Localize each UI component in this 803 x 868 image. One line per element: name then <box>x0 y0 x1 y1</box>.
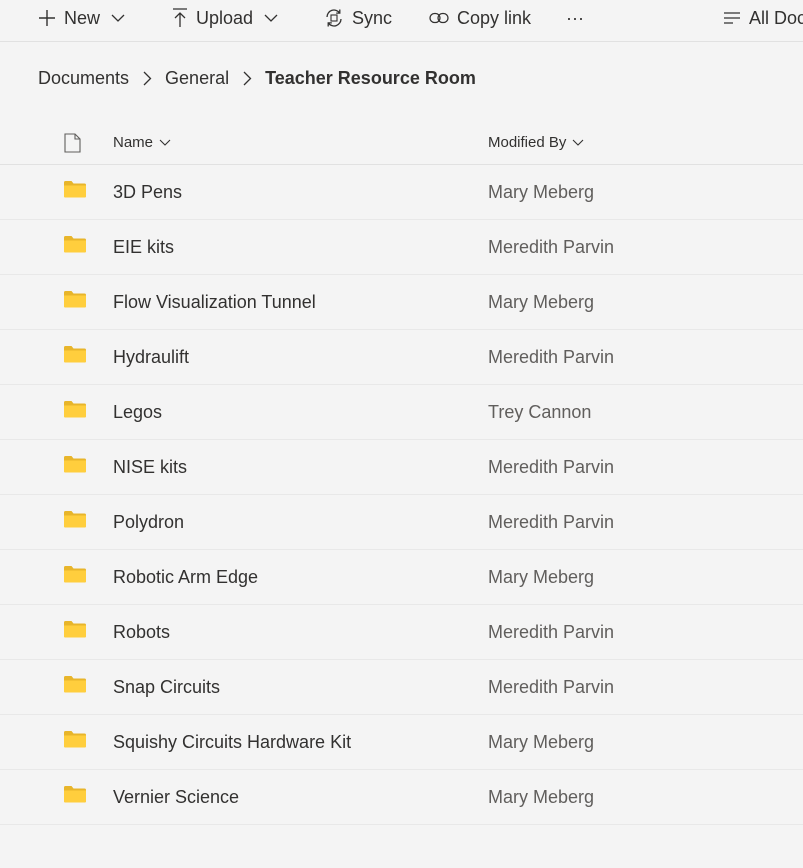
modified-by: Mary Meberg <box>488 567 595 587</box>
modified-by: Meredith Parvin <box>488 677 615 697</box>
column-header-modified-by[interactable]: Modified By <box>488 134 584 151</box>
list-item[interactable]: Flow Visualization Tunnel Mary Meberg <box>0 275 803 330</box>
list-item[interactable]: Polydron Meredith Parvin <box>0 495 803 550</box>
list-item[interactable]: Legos Trey Cannon <box>0 385 803 440</box>
folder-icon <box>63 620 87 643</box>
command-bar: New Upload Sync Copy link ··· All Doc <box>0 0 803 42</box>
modified-by: Meredith Parvin <box>488 457 615 477</box>
file-name[interactable]: Polydron <box>113 512 184 533</box>
upload-label: Upload <box>196 7 254 28</box>
file-name[interactable]: Vernier Science <box>113 787 239 808</box>
chevron-down-icon <box>111 14 125 22</box>
sync-button[interactable]: Sync <box>324 0 392 36</box>
breadcrumb: Documents General Teacher Resource Room <box>38 66 476 90</box>
file-name[interactable]: 3D Pens <box>113 182 182 203</box>
list-item[interactable]: Squishy Circuits Hardware Kit Mary Meber… <box>0 715 803 770</box>
view-label: All Doc <box>749 7 803 28</box>
folder-icon <box>63 510 87 533</box>
chevron-down-icon <box>159 139 171 146</box>
file-name[interactable]: Snap Circuits <box>113 677 220 698</box>
more-icon: ··· <box>566 7 584 28</box>
chevron-right-icon <box>243 71 252 86</box>
view-switcher-button[interactable]: All Doc <box>723 0 803 36</box>
folder-icon <box>63 180 87 203</box>
breadcrumb-documents[interactable]: Documents <box>38 68 129 89</box>
column-modified-by-label: Modified By <box>488 134 567 151</box>
folder-icon <box>63 455 87 478</box>
plus-icon <box>38 9 56 27</box>
file-name[interactable]: Hydraulift <box>113 347 189 368</box>
folder-icon <box>63 235 87 258</box>
modified-by: Mary Meberg <box>488 182 595 202</box>
folder-icon <box>63 675 87 698</box>
modified-by: Meredith Parvin <box>488 622 615 642</box>
modified-by: Trey Cannon <box>488 402 592 422</box>
file-name[interactable]: NISE kits <box>113 457 187 478</box>
modified-by: Meredith Parvin <box>488 347 615 367</box>
file-name[interactable]: Flow Visualization Tunnel <box>113 292 316 313</box>
chevron-down-icon <box>572 139 584 146</box>
list-item[interactable]: Vernier Science Mary Meberg <box>0 770 803 825</box>
list-item[interactable]: Hydraulift Meredith Parvin <box>0 330 803 385</box>
folder-icon <box>63 785 87 808</box>
file-name[interactable]: EIE kits <box>113 237 174 258</box>
modified-by: Meredith Parvin <box>488 237 615 257</box>
folder-icon <box>63 345 87 368</box>
upload-icon <box>172 8 188 28</box>
list-item[interactable]: Robotic Arm Edge Mary Meberg <box>0 550 803 605</box>
view-list-icon <box>723 11 741 25</box>
folder-icon <box>63 565 87 588</box>
folder-icon <box>63 400 87 423</box>
link-icon <box>429 12 449 24</box>
breadcrumb-current: Teacher Resource Room <box>265 67 476 88</box>
upload-button[interactable]: Upload <box>172 0 278 36</box>
list-item[interactable]: 3D Pens Mary Meberg <box>0 165 803 220</box>
folder-icon <box>63 730 87 753</box>
modified-by: Mary Meberg <box>488 732 595 752</box>
list-item[interactable]: Robots Meredith Parvin <box>0 605 803 660</box>
modified-by: Meredith Parvin <box>488 512 615 532</box>
copy-link-label: Copy link <box>457 7 532 28</box>
chevron-down-icon <box>264 14 278 22</box>
copy-link-button[interactable]: Copy link <box>429 0 531 36</box>
modified-by: Mary Meberg <box>488 292 595 312</box>
column-header-name[interactable]: Name <box>113 134 171 151</box>
list-item[interactable]: Snap Circuits Meredith Parvin <box>0 660 803 715</box>
sync-label: Sync <box>352 7 393 28</box>
file-list: Name Modified By 3D Pens Mary Meberg EIE… <box>0 121 803 825</box>
chevron-right-icon <box>143 71 152 86</box>
new-label: New <box>64 7 101 28</box>
file-name[interactable]: Legos <box>113 402 162 423</box>
list-item[interactable]: EIE kits Meredith Parvin <box>0 220 803 275</box>
folder-icon <box>63 290 87 313</box>
file-name[interactable]: Squishy Circuits Hardware Kit <box>113 732 351 753</box>
breadcrumb-general[interactable]: General <box>165 68 229 89</box>
sync-icon <box>324 8 344 28</box>
list-item[interactable]: NISE kits Meredith Parvin <box>0 440 803 495</box>
file-name[interactable]: Robotic Arm Edge <box>113 567 258 588</box>
more-button[interactable]: ··· <box>566 0 584 36</box>
list-header: Name Modified By <box>0 121 803 165</box>
modified-by: Mary Meberg <box>488 787 595 807</box>
file-name[interactable]: Robots <box>113 622 170 643</box>
new-button[interactable]: New <box>38 0 125 36</box>
file-type-icon[interactable] <box>64 133 81 158</box>
column-name-label: Name <box>113 134 154 151</box>
